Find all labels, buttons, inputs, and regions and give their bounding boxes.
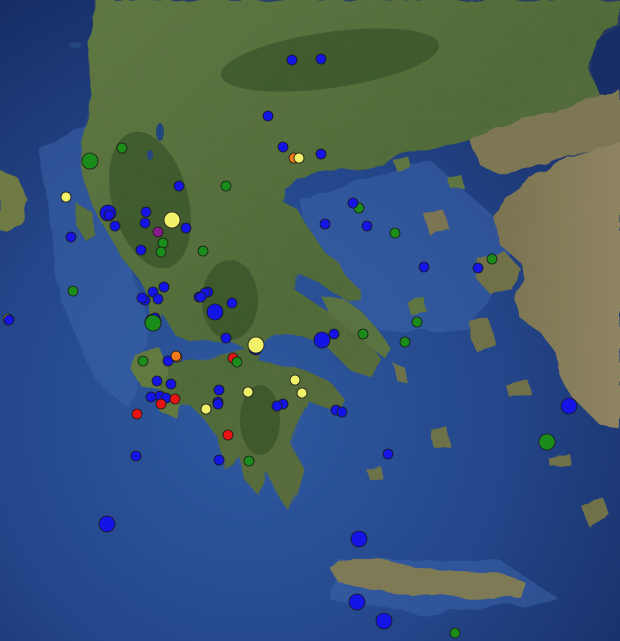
earthquake-marker-blue[interactable] xyxy=(226,297,238,309)
earthquake-marker-green[interactable] xyxy=(243,455,255,467)
earthquake-marker-orange[interactable] xyxy=(170,350,182,362)
earthquake-marker-blue[interactable] xyxy=(560,397,578,415)
earthquake-marker-blue[interactable] xyxy=(130,450,142,462)
earthquake-marker-yellow[interactable] xyxy=(296,387,308,399)
earthquake-marker-green[interactable] xyxy=(144,314,162,332)
earthquake-marker-green[interactable] xyxy=(231,356,243,368)
earthquake-marker-blue[interactable] xyxy=(145,391,157,403)
earthquake-marker-blue[interactable] xyxy=(151,375,163,387)
earthquake-marker-yellow[interactable] xyxy=(293,152,305,164)
earthquake-marker-blue[interactable] xyxy=(220,332,232,344)
earthquake-marker-green[interactable] xyxy=(81,152,99,170)
earthquake-marker-green[interactable] xyxy=(67,285,79,297)
earthquake-marker-blue[interactable] xyxy=(140,206,152,218)
earthquake-marker-red[interactable] xyxy=(155,398,167,410)
earthquake-marker-green[interactable] xyxy=(155,246,167,258)
earthquake-marker-blue[interactable] xyxy=(361,220,373,232)
earthquake-marker-blue[interactable] xyxy=(98,515,116,533)
earthquake-marker-blue[interactable] xyxy=(350,530,368,548)
earthquake-marker-blue[interactable] xyxy=(375,612,393,630)
earthquake-marker-blue[interactable] xyxy=(472,262,484,274)
samothrace-island xyxy=(448,176,464,188)
earthquake-marker-blue[interactable] xyxy=(382,448,394,460)
earthquake-marker-yellow[interactable] xyxy=(60,191,72,203)
earthquake-marker-blue[interactable] xyxy=(136,292,148,304)
earthquake-marker-blue[interactable] xyxy=(139,217,151,229)
earthquake-marker-blue[interactable] xyxy=(135,244,147,256)
earthquake-marker-blue[interactable] xyxy=(271,400,283,412)
earthquake-marker-blue[interactable] xyxy=(277,141,289,153)
earthquake-marker-blue[interactable] xyxy=(319,218,331,230)
earthquake-marker-blue[interactable] xyxy=(158,281,170,293)
earthquake-marker-yellow[interactable] xyxy=(200,403,212,415)
earthquake-marker-blue[interactable] xyxy=(103,209,115,221)
earthquake-marker-green[interactable] xyxy=(486,253,498,265)
earthquake-marker-blue[interactable] xyxy=(418,261,430,273)
earthquake-marker-green[interactable] xyxy=(411,316,423,328)
earthquake-marker-blue[interactable] xyxy=(165,378,177,390)
earthquake-marker-blue[interactable] xyxy=(315,148,327,160)
earthquake-marker-green[interactable] xyxy=(399,336,411,348)
earthquake-marker-green[interactable] xyxy=(197,245,209,257)
earthquake-marker-green[interactable] xyxy=(538,433,556,451)
earthquake-marker-blue[interactable] xyxy=(152,293,164,305)
earthquake-marker-blue[interactable] xyxy=(180,222,192,234)
earthquake-marker-yellow[interactable] xyxy=(163,211,181,229)
earthquake-marker-blue[interactable] xyxy=(213,454,225,466)
earthquake-marker-green[interactable] xyxy=(116,142,128,154)
earthquake-marker-blue[interactable] xyxy=(347,197,359,209)
earthquake-marker-green[interactable] xyxy=(157,237,169,249)
earthquake-marker-green[interactable] xyxy=(220,180,232,192)
earthquake-marker-blue[interactable] xyxy=(348,593,366,611)
earthquake-marker-blue[interactable] xyxy=(109,220,121,232)
earthquake-marker-blue[interactable] xyxy=(315,53,327,65)
earthquake-marker-blue[interactable] xyxy=(173,180,185,192)
earthquake-marker-blue[interactable] xyxy=(195,291,207,303)
earthquake-marker-blue[interactable] xyxy=(3,314,15,326)
earthquake-marker-green[interactable] xyxy=(449,627,461,639)
earthquake-marker-blue[interactable] xyxy=(286,54,298,66)
earthquake-marker-red[interactable] xyxy=(131,408,143,420)
earthquake-marker-blue[interactable] xyxy=(336,406,348,418)
earthquake-marker-yellow[interactable] xyxy=(242,386,254,398)
earthquake-marker-purple[interactable] xyxy=(152,226,164,238)
earthquake-marker-yellow[interactable] xyxy=(289,374,301,386)
map-view[interactable] xyxy=(0,0,620,641)
earthquake-marker-blue[interactable] xyxy=(328,328,340,340)
satellite-map[interactable] xyxy=(0,0,620,641)
earthquake-marker-blue[interactable] xyxy=(65,231,77,243)
earthquake-marker-blue[interactable] xyxy=(213,384,225,396)
earthquake-marker-red[interactable] xyxy=(169,393,181,405)
earthquake-marker-yellow[interactable] xyxy=(247,336,265,354)
earthquake-marker-blue[interactable] xyxy=(262,110,274,122)
earthquake-marker-green[interactable] xyxy=(357,328,369,340)
earthquake-marker-blue[interactable] xyxy=(206,303,224,321)
earthquake-marker-blue[interactable] xyxy=(212,398,224,410)
earthquake-marker-red[interactable] xyxy=(222,429,234,441)
earthquake-marker-blue[interactable] xyxy=(313,331,331,349)
earthquake-marker-green[interactable] xyxy=(389,227,401,239)
earthquake-marker-green[interactable] xyxy=(137,355,149,367)
